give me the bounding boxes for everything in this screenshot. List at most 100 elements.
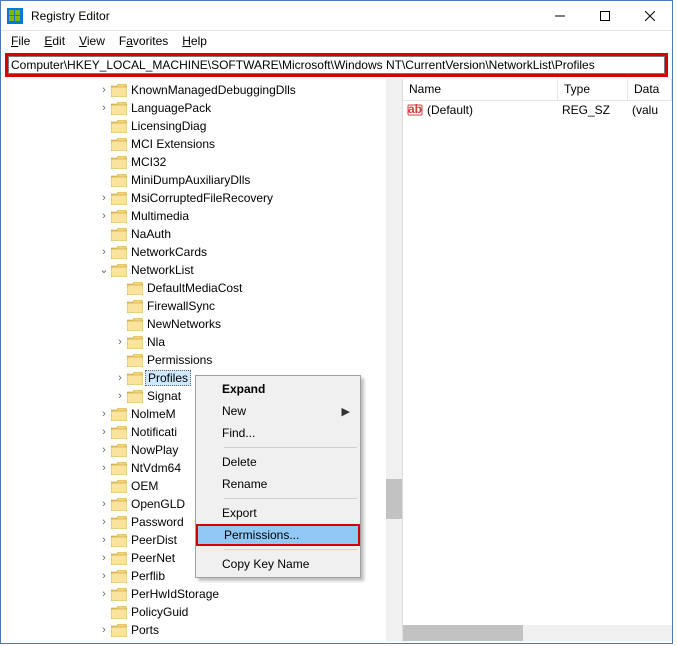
address-input[interactable] <box>8 56 665 74</box>
tree-node[interactable]: Permissions <box>1 351 402 369</box>
values-hscroll-thumb[interactable] <box>403 625 523 641</box>
folder-icon <box>111 461 127 475</box>
tree-node-label: NtVdm64 <box>129 461 183 475</box>
tree-node-label: OpenGLD <box>129 497 187 511</box>
tree-node[interactable]: ›Multimedia <box>1 207 402 225</box>
ctx-new[interactable]: New▶ <box>198 400 358 422</box>
chevron-right-icon[interactable]: › <box>97 535 111 546</box>
tree-node-label: Perflib <box>129 569 167 583</box>
ctx-rename[interactable]: Rename <box>198 473 358 495</box>
tree-node[interactable]: › Nla <box>1 333 402 351</box>
tree-node-label: Nla <box>145 335 167 349</box>
tree-node-label: FirewallSync <box>145 299 217 313</box>
chevron-right-icon[interactable]: › <box>97 553 111 564</box>
values-pane[interactable]: Name Type Data ab (Default) REG_SZ (valu <box>403 79 672 641</box>
folder-icon <box>127 299 143 313</box>
value-row[interactable]: ab (Default) REG_SZ (valu <box>403 101 672 119</box>
folder-icon <box>127 389 143 403</box>
tree-node[interactable]: ⌄NetworkList <box>1 261 402 279</box>
tree-node-label: PeerDist <box>129 533 179 547</box>
ctx-separator <box>224 447 357 448</box>
tree-node[interactable]: › PerHwIdStorage <box>1 585 402 603</box>
folder-icon <box>127 353 143 367</box>
tree-node[interactable]: PolicyGuid <box>1 603 402 621</box>
tree-node-label: LicensingDiag <box>129 119 208 133</box>
app-icon <box>7 8 23 24</box>
chevron-right-icon[interactable]: › <box>113 391 127 402</box>
folder-icon <box>127 317 143 331</box>
tree-node[interactable]: › NetworkCards <box>1 243 402 261</box>
tree-node-label: NowPlay <box>129 443 180 457</box>
svg-text:ab: ab <box>408 102 422 116</box>
menu-favorites[interactable]: Favorites <box>113 32 174 50</box>
folder-icon <box>111 263 127 277</box>
menu-edit[interactable]: Edit <box>38 32 71 50</box>
chevron-right-icon[interactable]: › <box>97 103 111 114</box>
tree-node-label: NewNetworks <box>145 317 223 331</box>
tree-node-label: MsiCorruptedFileRecovery <box>129 191 275 205</box>
tree-node[interactable]: MiniDumpAuxiliaryDlls <box>1 171 402 189</box>
folder-icon <box>111 173 127 187</box>
folder-icon <box>127 371 143 385</box>
maximize-button[interactable] <box>582 1 627 30</box>
ctx-export[interactable]: Export <box>198 502 358 524</box>
chevron-right-icon[interactable]: › <box>113 373 127 384</box>
minimize-button[interactable] <box>537 1 582 30</box>
chevron-right-icon[interactable]: › <box>97 247 111 258</box>
tree-scrollbar[interactable] <box>386 79 402 641</box>
menu-view[interactable]: View <box>73 32 111 50</box>
chevron-right-icon[interactable]: › <box>97 409 111 420</box>
tree-node[interactable]: MCI Extensions <box>1 135 402 153</box>
chevron-right-icon[interactable]: › <box>97 85 111 96</box>
col-name[interactable]: Name <box>403 79 558 100</box>
folder-icon <box>111 227 127 241</box>
chevron-right-icon[interactable]: › <box>97 193 111 204</box>
ctx-expand[interactable]: Expand <box>198 378 358 400</box>
folder-icon <box>111 119 127 133</box>
tree-node[interactable]: › MsiCorruptedFileRecovery <box>1 189 402 207</box>
chevron-right-icon[interactable]: › <box>97 625 111 636</box>
ctx-copy-key-name[interactable]: Copy Key Name <box>198 553 358 575</box>
chevron-right-icon[interactable]: › <box>97 571 111 582</box>
tree-node[interactable]: ›Ports <box>1 621 402 639</box>
ctx-permissions[interactable]: Permissions... <box>196 524 360 546</box>
folder-icon <box>111 569 127 583</box>
tree-node[interactable]: LicensingDiag <box>1 117 402 135</box>
chevron-right-icon[interactable]: › <box>97 427 111 438</box>
folder-icon <box>111 443 127 457</box>
tree-node[interactable]: FirewallSync <box>1 297 402 315</box>
tree-scroll-thumb[interactable] <box>386 479 402 519</box>
tree-node-label: LanguagePack <box>129 101 213 115</box>
tree-node-label: NetworkCards <box>129 245 209 259</box>
tree-node[interactable]: ›Prefetcher <box>1 639 402 641</box>
tree-node[interactable]: NewNetworks <box>1 315 402 333</box>
values-hscrollbar[interactable] <box>403 625 672 641</box>
ctx-delete[interactable]: Delete <box>198 451 358 473</box>
menu-file[interactable]: File <box>5 32 36 50</box>
chevron-right-icon[interactable]: › <box>97 589 111 600</box>
chevron-right-icon[interactable]: › <box>97 517 111 528</box>
tree-node[interactable]: ›KnownManagedDebuggingDlls <box>1 81 402 99</box>
menu-help[interactable]: Help <box>176 32 213 50</box>
tree-node[interactable]: NaAuth <box>1 225 402 243</box>
tree-node[interactable]: › LanguagePack <box>1 99 402 117</box>
menubar: File Edit View Favorites Help <box>1 31 672 51</box>
chevron-right-icon[interactable]: › <box>97 211 111 222</box>
folder-icon <box>111 101 127 115</box>
chevron-right-icon[interactable]: › <box>113 337 127 348</box>
folder-icon <box>111 83 127 97</box>
tree-node-label: MiniDumpAuxiliaryDlls <box>129 173 252 187</box>
close-button[interactable] <box>627 1 672 30</box>
chevron-right-icon[interactable]: › <box>97 463 111 474</box>
chevron-right-icon[interactable]: › <box>97 499 111 510</box>
chevron-down-icon[interactable]: ⌄ <box>97 265 111 276</box>
chevron-right-icon[interactable]: › <box>97 445 111 456</box>
col-type[interactable]: Type <box>558 79 628 100</box>
tree-node-label: PerHwIdStorage <box>129 587 221 601</box>
ctx-find[interactable]: Find... <box>198 422 358 444</box>
col-data[interactable]: Data <box>628 79 672 100</box>
tree-node[interactable]: DefaultMediaCost <box>1 279 402 297</box>
tree-node-label: OEM <box>129 479 160 493</box>
tree-node[interactable]: MCI32 <box>1 153 402 171</box>
tree-node-label: Password <box>129 515 186 529</box>
